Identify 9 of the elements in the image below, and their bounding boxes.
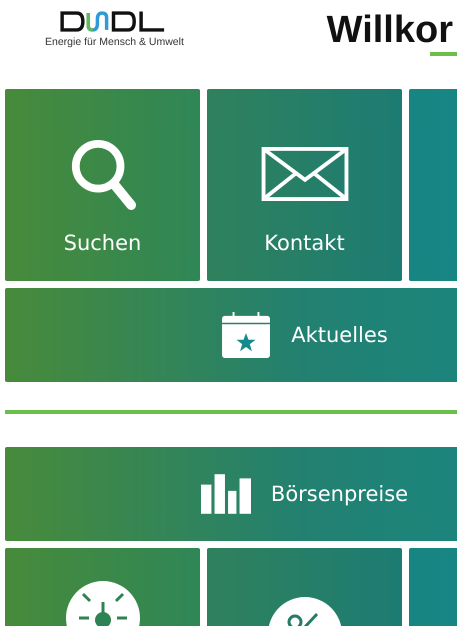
page-title: Willkor <box>326 8 453 53</box>
menu-tile[interactable]: Aktuelles <box>5 288 457 382</box>
menu-tile[interactable]: Suchen <box>5 89 200 281</box>
envelope-icon <box>260 147 348 201</box>
calendar-star-icon <box>221 312 272 358</box>
menu-tile[interactable]: Kontakt <box>207 89 402 281</box>
bar-chart-icon <box>200 471 251 517</box>
menu-tile[interactable]: Börsenpreise <box>5 447 457 541</box>
logo-tagline: Energie für Mensch & Umwelt <box>45 36 184 48</box>
